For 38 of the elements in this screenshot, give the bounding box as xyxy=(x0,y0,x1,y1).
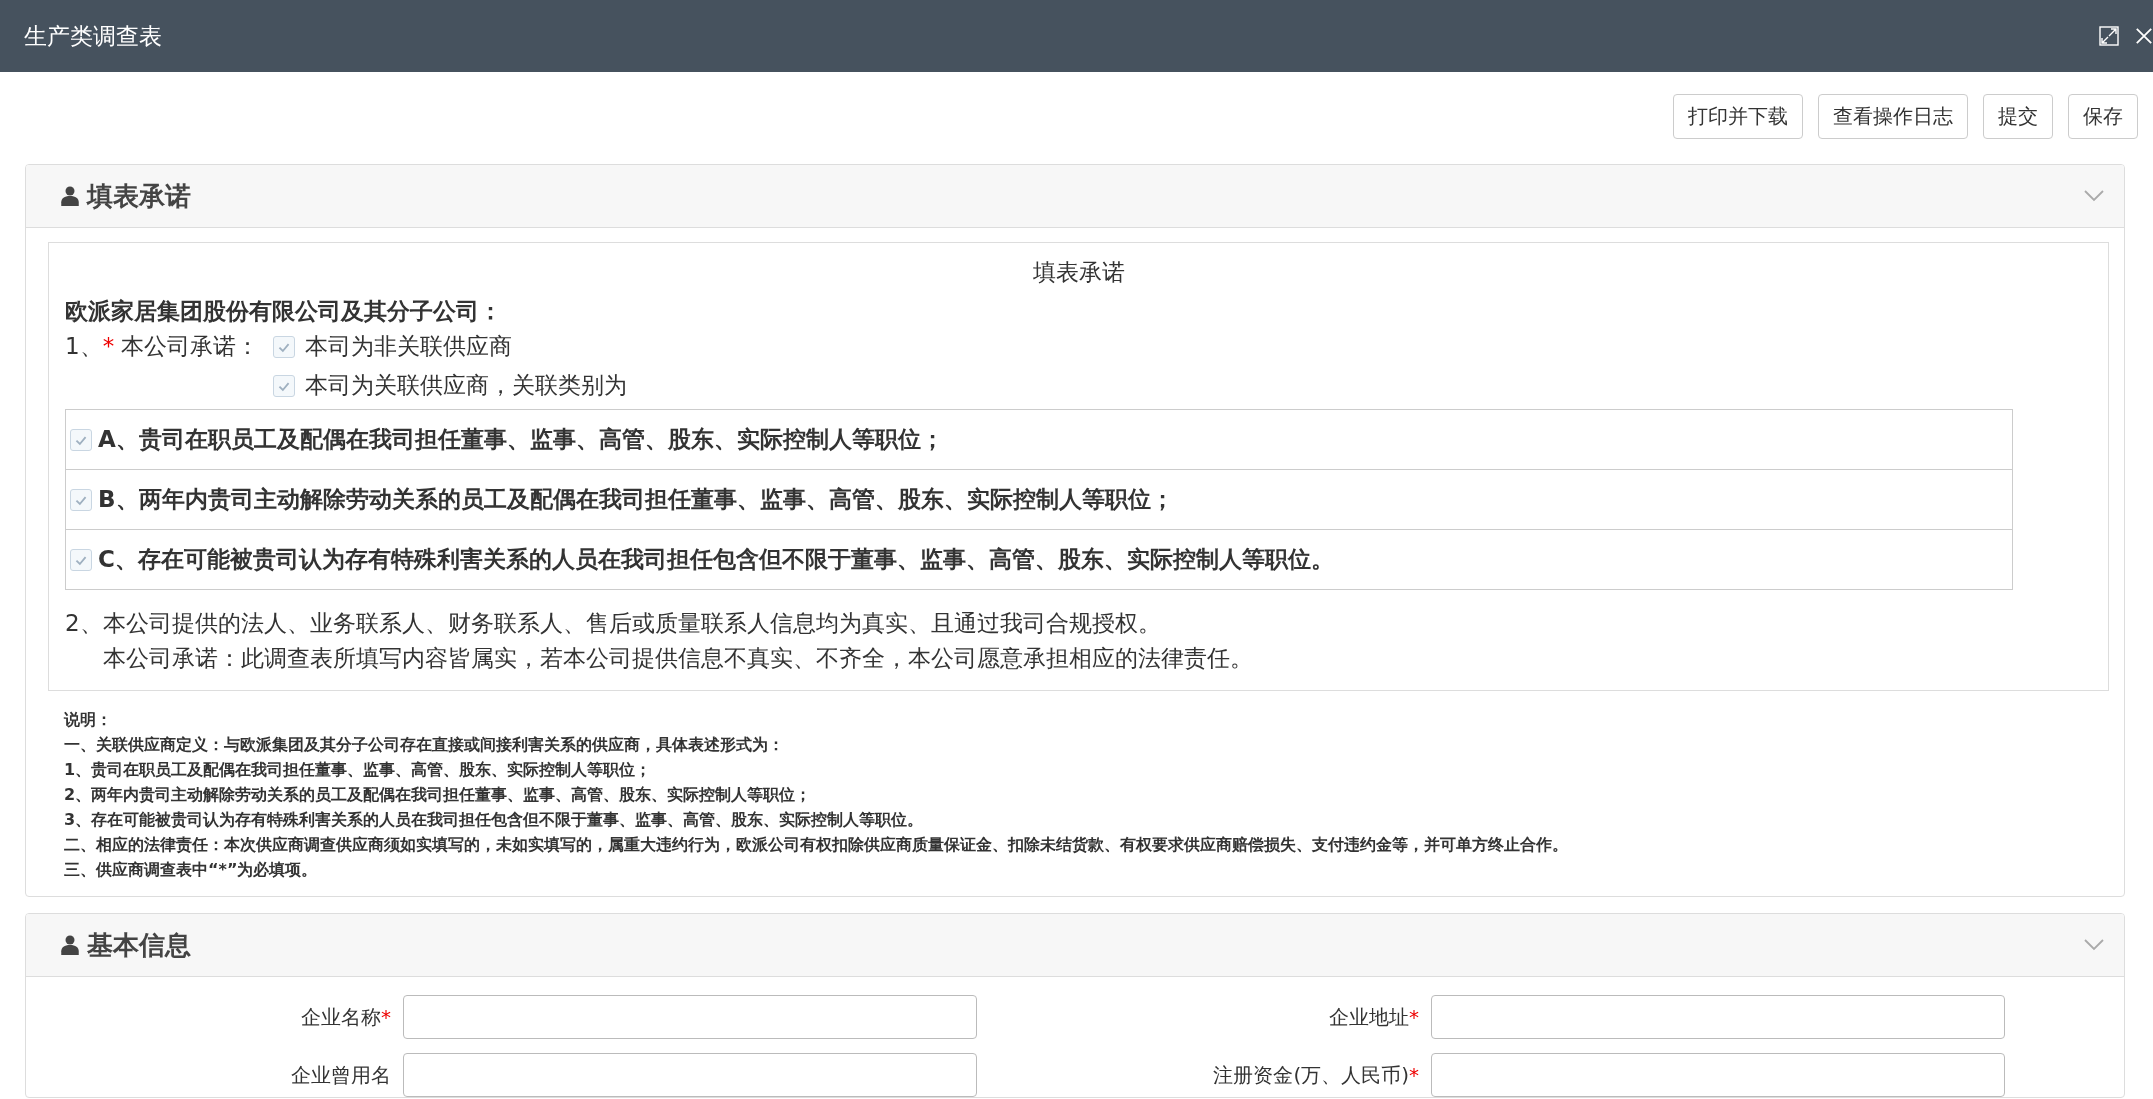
input-field[interactable] xyxy=(1431,995,2005,1039)
field-label: 企业地址* xyxy=(1328,1003,1419,1031)
category-label: B、两年内贵司主动解除劳动关系的员工及配偶在我司担任董事、监事、高管、股东、实际控制人等职位； xyxy=(98,485,1174,514)
toolbar-button[interactable]: 保存 xyxy=(2068,94,2138,139)
input-field[interactable] xyxy=(1431,1053,2005,1097)
field-label: 企业曾用名 xyxy=(290,1061,391,1089)
toolbar-button[interactable]: 查看操作日志 xyxy=(1818,94,1968,139)
pledge-text: 本公司承诺：此调查表所填写内容皆属实，若本公司提供信息不真实、不齐全，本公司愿意承担相应的法律责任。 xyxy=(102,644,1254,673)
field-label: 企业名称* xyxy=(300,1003,391,1031)
panel-heading: 填表承诺 xyxy=(87,179,192,213)
note-line: 1、贵司在职员工及配偶在我司担任董事、监事、高管、股东、实际控制人等职位； xyxy=(64,759,653,781)
note-line: 三、供应商调查表中“*”为必填项。 xyxy=(64,859,319,881)
note-line: 2、两年内贵司主动解除劳动关系的员工及配偶在我司担任董事、监事、高管、股东、实际控制人等职位； xyxy=(64,784,813,806)
chevron-icon[interactable] xyxy=(2084,939,2104,951)
person-icon xyxy=(61,935,79,955)
maximize-icon[interactable] xyxy=(2099,26,2119,46)
category-label: C、存在可能被贵司认为存有特殊利害关系的人员在我司担任包含但不限于董事、监事、高管、股东、实际控制人等职位。 xyxy=(98,545,1334,574)
chevron-icon[interactable] xyxy=(2084,190,2104,202)
input-field[interactable] xyxy=(403,1053,977,1097)
option-label: 本司为关联供应商，关联类别为 xyxy=(305,371,628,400)
pledge-text: 2、本公司提供的法人、业务联系人、财务联系人、售后或质量联系人信息均为真实、且通过我司合规授权。 xyxy=(65,609,1162,638)
person-icon xyxy=(61,186,79,206)
toolbar-button[interactable]: 提交 xyxy=(1983,94,2053,139)
window-title: 生产类调查表 xyxy=(24,21,163,51)
note-line: 说明： xyxy=(64,709,113,731)
panel-heading: 基本信息 xyxy=(87,928,192,962)
close-icon[interactable] xyxy=(2135,26,2153,46)
form-title: 填表承诺 xyxy=(1032,258,1126,287)
toolbar-button[interactable]: 打印并下载 xyxy=(1673,94,1803,139)
note-line: 3、存在可能被贵司认为存有特殊利害关系的人员在我司担任包含但不限于董事、监事、高管、股东、实际控制人等职位。 xyxy=(64,809,925,831)
pledge-label: 1、* 本公司承诺： xyxy=(65,332,260,361)
input-field[interactable] xyxy=(403,995,977,1039)
field-label: 注册资金(万、人民币)* xyxy=(1212,1061,1419,1089)
option-label: 本司为非关联供应商 xyxy=(305,332,513,361)
note-line: 一、关联供应商定义：与欧派集团及其分子公司存在直接或间接利害关系的供应商，具体表述形式为： xyxy=(64,734,785,756)
addressee: 欧派家居集团股份有限公司及其分子公司： xyxy=(65,297,503,326)
category-label: A、贵司在职员工及配偶在我司担任董事、监事、高管、股东、实际控制人等职位； xyxy=(98,425,944,454)
note-line: 二、相应的法律责任：本次供应商调查供应商须如实填写的，未如实填写的，属重大违约行为，欧派公司有权扣除供应商质量保证金、扣除未结货款、有权要求供应商赔偿损失、支付违约金等，并可单方终止合作。 xyxy=(64,834,1569,856)
